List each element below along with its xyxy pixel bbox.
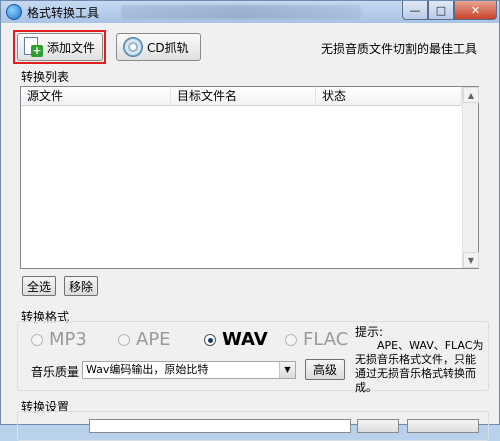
select-all-button[interactable]: 全选 bbox=[22, 276, 56, 296]
radio-ape-label: APE bbox=[136, 329, 171, 350]
add-file-button[interactable]: + 添加文件 bbox=[17, 33, 103, 61]
scroll-down-icon[interactable]: ▼ bbox=[463, 252, 479, 268]
radio-flac-label: FLAC bbox=[303, 329, 349, 350]
radio-wav-label: WAV bbox=[222, 329, 268, 350]
close-button[interactable]: ✕ bbox=[454, 1, 497, 20]
hint-box: 提示: APE、WAV、FLAC为无损音乐格式文件，只能通过无损音乐格式转换而成… bbox=[355, 325, 485, 395]
window-title: 格式转换工具 bbox=[27, 6, 100, 20]
column-source-file[interactable]: 源文件 bbox=[21, 87, 171, 106]
column-status[interactable]: 状态 bbox=[316, 87, 462, 106]
quality-value: Wav编码输出，原始比特 bbox=[86, 363, 209, 376]
hint-text: APE、WAV、FLAC为无损音乐格式文件，只能通过无损音乐格式转换而成。 bbox=[355, 339, 484, 394]
add-file-label: 添加文件 bbox=[47, 40, 96, 55]
cd-icon bbox=[123, 37, 143, 57]
open-folder-button[interactable] bbox=[407, 419, 479, 433]
cd-rip-button[interactable]: CD抓轨 bbox=[116, 33, 201, 61]
output-path-field[interactable] bbox=[89, 419, 351, 433]
remove-button[interactable]: 移除 bbox=[64, 276, 98, 296]
list-scrollbar[interactable]: ▲ ▼ bbox=[462, 87, 479, 268]
convert-list-label: 转换列表 bbox=[21, 70, 70, 84]
maximize-button[interactable]: □ bbox=[428, 1, 454, 20]
app-logo-icon bbox=[6, 4, 22, 20]
quality-label: 音乐质量 bbox=[31, 365, 80, 379]
radio-ape[interactable]: APE bbox=[118, 329, 171, 350]
radio-wav[interactable]: WAV bbox=[204, 329, 268, 350]
browse-button[interactable] bbox=[357, 419, 399, 433]
title-bar: 格式转换工具 — □ ✕ bbox=[1, 1, 499, 23]
radio-wav-dot bbox=[204, 333, 216, 346]
cd-rip-label: CD抓轨 bbox=[147, 40, 189, 55]
radio-ape-dot bbox=[118, 333, 130, 346]
radio-mp3-label: MP3 bbox=[49, 329, 87, 350]
hint-title: 提示: bbox=[355, 325, 384, 339]
list-header: 源文件 目标文件名 状态 bbox=[21, 87, 478, 106]
quality-select[interactable]: Wav编码输出，原始比特 ▼ bbox=[82, 361, 296, 379]
radio-mp3[interactable]: MP3 bbox=[31, 329, 87, 350]
advanced-button[interactable]: 高级 bbox=[305, 359, 345, 380]
convert-list[interactable]: 源文件 目标文件名 状态 ▲ ▼ bbox=[20, 86, 479, 269]
chevron-down-icon[interactable]: ▼ bbox=[279, 362, 295, 378]
scroll-up-icon[interactable]: ▲ bbox=[463, 87, 479, 103]
app-window: 格式转换工具 — □ ✕ + 添加文件 CD抓轨 无损音质文件切割的最佳工具 转… bbox=[0, 0, 500, 441]
radio-flac-dot bbox=[285, 333, 297, 346]
column-target-name[interactable]: 目标文件名 bbox=[171, 87, 316, 106]
add-file-icon: + bbox=[24, 37, 43, 57]
minimize-button[interactable]: — bbox=[402, 1, 428, 20]
radio-flac[interactable]: FLAC bbox=[285, 329, 348, 350]
blurred-region bbox=[121, 5, 361, 19]
slogan-text: 无损音质文件切割的最佳工具 bbox=[320, 42, 477, 56]
radio-mp3-dot bbox=[31, 333, 43, 346]
